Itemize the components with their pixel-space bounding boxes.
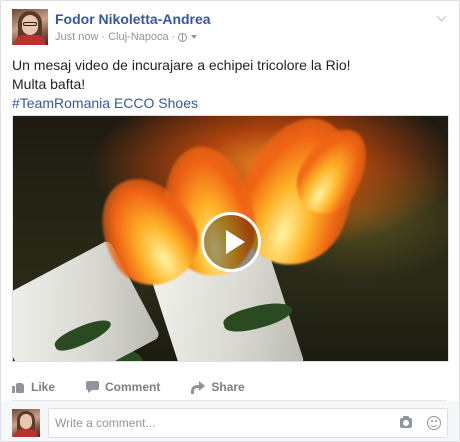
like-button[interactable]: Like — [12, 380, 55, 394]
meta-separator: · — [171, 31, 176, 43]
avatar-shirt — [14, 35, 46, 45]
avatar-face — [20, 414, 32, 429]
share-button[interactable]: Share — [191, 380, 245, 394]
page-tag-link[interactable]: ECCO Shoes — [110, 95, 198, 111]
thumbs-up-icon — [12, 381, 25, 393]
camera-icon[interactable] — [400, 416, 412, 428]
hashtag-link[interactable]: #TeamRomania — [12, 95, 110, 111]
avatar-glasses — [23, 22, 37, 26]
post-text-line: Un mesaj video de incurajare a echipei t… — [12, 57, 351, 73]
post-card: Fodor Nikoletta-Andrea Just now · Cluj-N… — [0, 0, 460, 442]
comment-composer — [1, 401, 459, 441]
author-name[interactable]: Fodor Nikoletta-Andrea — [55, 11, 211, 27]
post-text: Un mesaj video de incurajare a echipei t… — [12, 56, 447, 113]
emoji-icon[interactable] — [427, 416, 441, 430]
like-label: Like — [31, 380, 56, 394]
comment-label: Comment — [105, 380, 161, 394]
author-avatar[interactable] — [12, 9, 48, 45]
share-label: Share — [211, 380, 245, 394]
comment-input[interactable] — [48, 408, 448, 438]
privacy-caret-icon[interactable] — [191, 35, 198, 39]
video-player[interactable] — [12, 115, 449, 362]
comment-bubble-icon — [86, 381, 100, 393]
post-header: Fodor Nikoletta-Andrea Just now · Cluj-N… — [12, 9, 449, 47]
post-hashtag-line: #TeamRomania ECCO Shoes — [12, 94, 447, 113]
comment-button[interactable]: Comment — [86, 380, 160, 394]
avatar-shirt — [14, 429, 38, 437]
commenter-avatar[interactable] — [12, 409, 40, 437]
post-timestamp[interactable]: Just now — [55, 31, 98, 43]
post-location[interactable]: Cluj-Napoca — [108, 31, 169, 43]
meta-separator: · — [101, 31, 106, 43]
post-meta: Just now · Cluj-Napoca · — [55, 31, 198, 43]
post-text-line: Multa bafta! — [12, 76, 86, 92]
globe-icon[interactable] — [178, 32, 188, 42]
play-icon[interactable] — [201, 212, 261, 272]
share-arrow-icon — [191, 381, 206, 394]
post-options-chevron-icon[interactable] — [437, 13, 447, 23]
post-actions: Like Comment Share — [12, 375, 447, 399]
